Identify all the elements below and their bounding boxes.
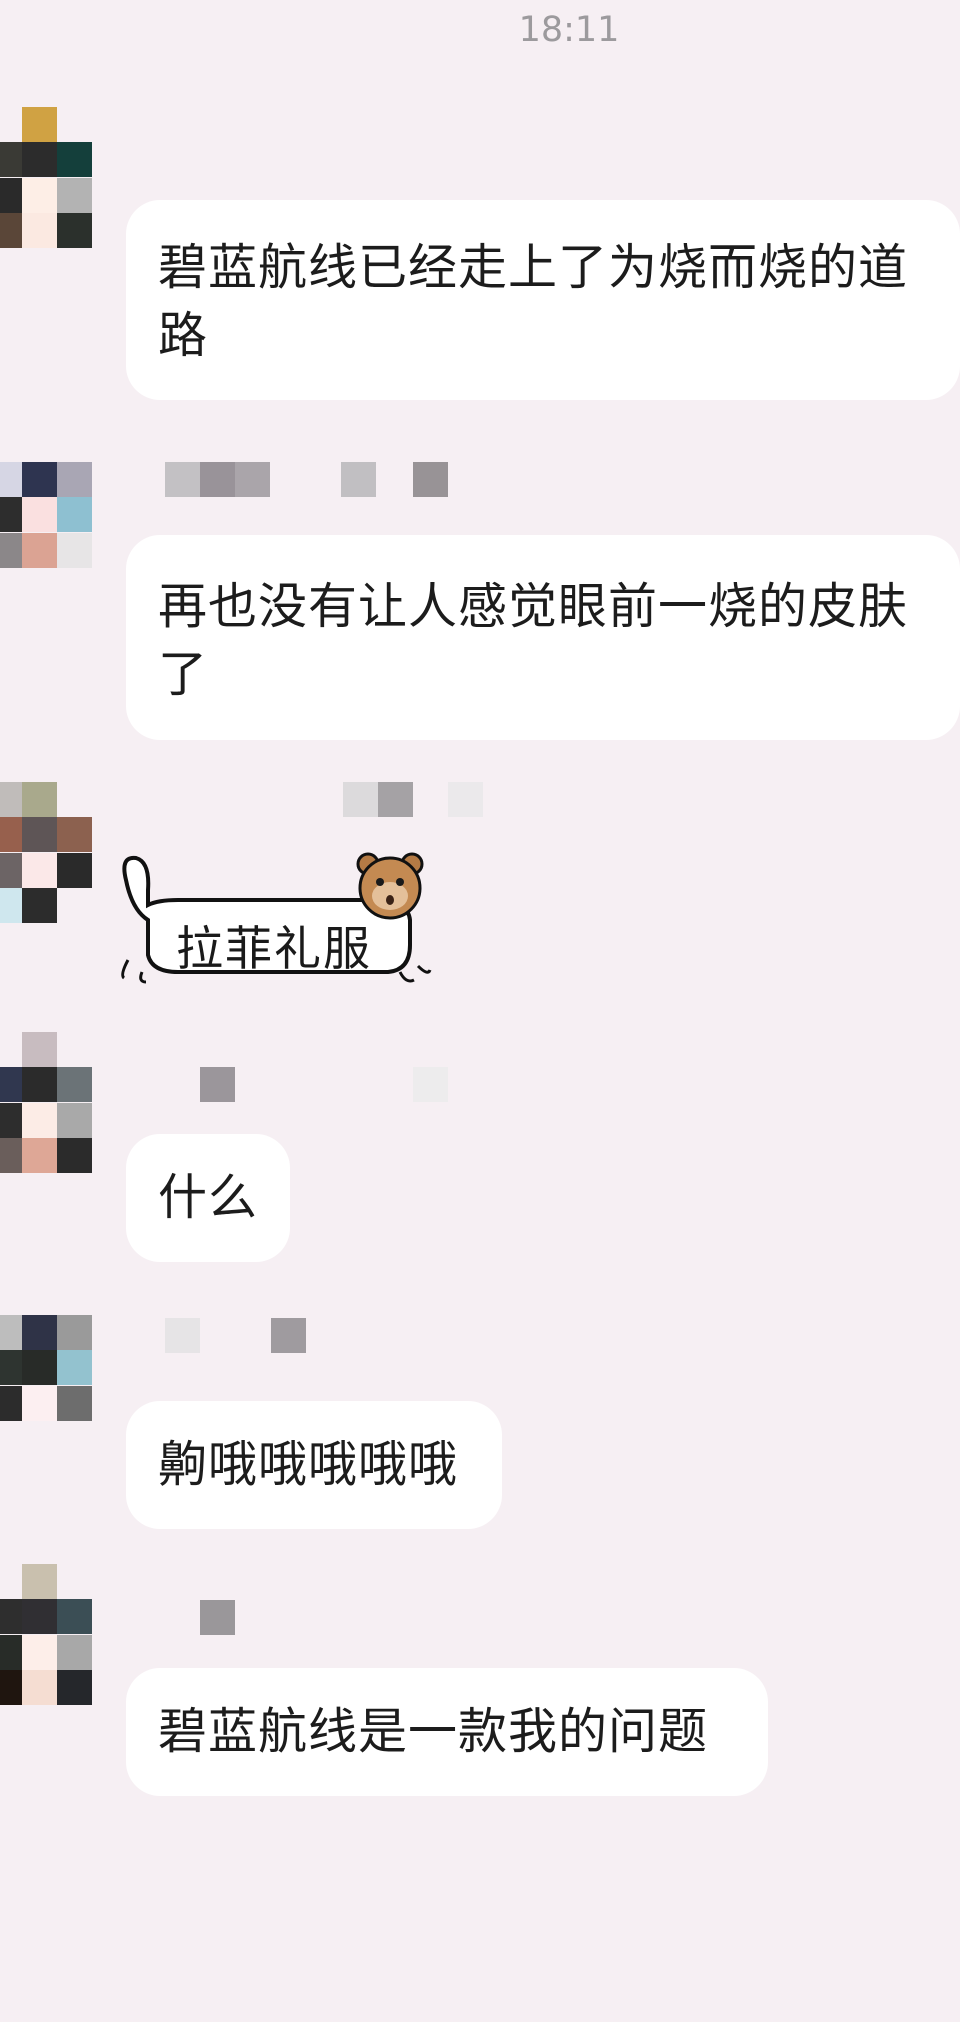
sticker-message[interactable]: 拉菲礼服: [118, 850, 438, 990]
avatar[interactable]: [0, 1564, 94, 1706]
message-bubble[interactable]: 再也没有让人感觉眼前一烧的皮肤 了: [126, 535, 960, 740]
avatar[interactable]: [0, 462, 94, 569]
message-timestamp: 18:11: [518, 10, 620, 50]
sticker-label: 拉菲礼服: [176, 922, 372, 977]
message-text: 齁哦哦哦哦哦: [158, 1436, 459, 1493]
message-text: 碧蓝航线是一款我的问题: [158, 1703, 709, 1760]
sender-name: [165, 1318, 315, 1353]
sender-name: [200, 1067, 450, 1102]
message-bubble[interactable]: 齁哦哦哦哦哦: [126, 1401, 502, 1529]
sender-name: [165, 462, 455, 497]
avatar[interactable]: [0, 1315, 94, 1422]
sender-name: [200, 1600, 240, 1635]
avatar[interactable]: [0, 782, 94, 924]
message-text: 碧蓝航线已经走上了为烧而烧的道 路: [158, 239, 909, 364]
message-bubble[interactable]: 碧蓝航线是一款我的问题: [126, 1668, 768, 1796]
message-bubble[interactable]: 什么: [126, 1134, 290, 1262]
avatar[interactable]: [0, 107, 94, 249]
message-bubble[interactable]: 碧蓝航线已经走上了为烧而烧的道 路: [126, 200, 960, 400]
chat-screen: 18:11 碧蓝航线已经走上了为烧而烧的道 路 再也没有让人感觉眼前一烧的皮肤 …: [0, 0, 960, 2022]
sender-name: [343, 782, 483, 817]
avatar[interactable]: [0, 1032, 94, 1174]
message-text: 再也没有让人感觉眼前一烧的皮肤 了: [158, 578, 909, 703]
message-text: 什么: [158, 1169, 259, 1226]
